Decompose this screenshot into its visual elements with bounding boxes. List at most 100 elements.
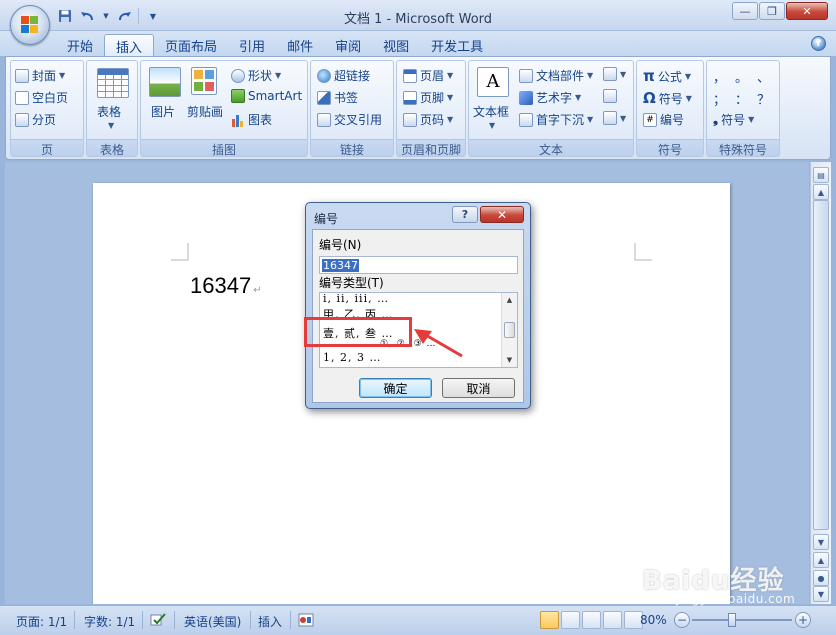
cancel-button[interactable]: 取消 [442,378,515,398]
textbox-dropdown[interactable]: ▼ [489,121,495,130]
highlight-box [304,317,412,347]
office-logo-icon [21,16,39,34]
wordart-button[interactable]: 艺术字 ▼ [519,89,581,106]
zoom-slider-thumb[interactable] [728,613,736,627]
list-item[interactable]: i, ii, iii, … [323,293,389,305]
vertical-scrollbar[interactable]: ▤ ▲ ▼ ▲ ● ▼ [810,162,831,604]
table-button[interactable]: 表格 [97,103,121,120]
status-divider [290,611,291,629]
status-words[interactable]: 字数: 1/1 [84,613,135,630]
group-text: A 文本框 ▼ 文档部件 ▼ 艺术字 ▼ 首字下沉 ▼ ▼ ▼ 文本 [468,60,634,157]
special-glyph-colon[interactable]: ： [735,89,748,108]
chevron-down-icon: ▼ [108,121,115,130]
crossref-button[interactable]: 交叉引用 [317,111,382,128]
list-scrollbar[interactable]: ▲ ▼ [501,293,517,367]
special-glyph-question[interactable]: ？ [757,89,770,108]
page-number-icon [403,112,417,127]
quickparts-button[interactable]: 文档部件 ▼ [519,67,593,84]
hyperlink-button[interactable]: 超链接 [317,67,370,84]
minimize-button[interactable]: — [732,2,758,20]
status-language[interactable]: 英语(美国) [184,613,241,630]
list-scrollbar-thumb[interactable] [504,322,515,338]
blank-page-button[interactable]: 空白页 [15,89,68,106]
tab-view[interactable]: 视图 [372,34,420,56]
crossref-icon [317,112,331,127]
full-screen-reading-view-icon[interactable] [561,611,580,629]
dialog-close-button[interactable]: ✕ [480,206,524,223]
quickparts-icon [519,68,533,83]
browse-object-button[interactable]: ● [813,570,829,586]
list-item[interactable]: 1, 2, 3 … [323,351,381,364]
number-input[interactable]: 16347 [319,256,518,274]
smartart-label: SmartArt [248,89,303,103]
signature-line-button[interactable]: ▼ [603,67,626,81]
special-glyph-comma[interactable]: ， [713,67,726,86]
previous-page-button[interactable]: ▲ [813,552,829,568]
scroll-down-button[interactable]: ▼ [813,534,829,550]
chevron-down-icon: ▼ [447,115,454,124]
bookmark-button[interactable]: 书签 [317,89,358,106]
next-page-button[interactable]: ▼ [813,586,829,602]
shapes-button[interactable]: 形状 ▼ [231,67,281,84]
tab-references[interactable]: 引用 [228,34,276,56]
tab-home[interactable]: 开始 [56,34,104,56]
macro-record-icon[interactable] [298,613,314,630]
datetime-button[interactable] [603,89,617,103]
equation-button[interactable]: π 公式 ▼ [643,67,691,85]
textbox-button[interactable]: 文本框 [473,103,509,120]
list-scroll-down-icon[interactable]: ▼ [502,353,517,367]
page-number-button[interactable]: 页码 ▼ [403,111,453,128]
document-text[interactable]: 16347 ↵ [190,273,262,299]
zoom-slider-track[interactable] [692,619,792,621]
list-scroll-up-icon[interactable]: ▲ [502,293,517,307]
scrollbar-thumb[interactable] [813,200,829,530]
table-dropdown[interactable]: ▼ [108,121,114,130]
status-insert-mode[interactable]: 插入 [258,613,282,630]
title-bar: ▼ ▼ 文档 1 - Microsoft Word — ❐ ✕ [0,0,836,31]
table-icon [97,68,129,98]
signature-line-icon [603,67,617,81]
zoom-level[interactable]: 80% [640,613,667,627]
status-divider [250,611,251,629]
help-icon[interactable]: ? [811,36,826,51]
object-button[interactable]: ▼ [603,111,626,125]
header-button[interactable]: 页眉 ▼ [403,67,453,84]
special-glyph-semicolon[interactable]: ； [713,89,726,108]
cover-page-button[interactable]: 封面 ▼ [15,67,65,84]
chart-button[interactable]: 图表 [231,111,272,128]
outline-view-icon[interactable] [603,611,622,629]
close-button[interactable]: ✕ [786,2,828,20]
special-glyph-pause[interactable]: 、 [757,67,770,86]
tab-mailings[interactable]: 邮件 [276,34,324,56]
tab-insert[interactable]: 插入 [104,34,155,56]
smartart-button[interactable]: SmartArt [231,89,302,103]
tab-review[interactable]: 审阅 [324,34,372,56]
tab-page-layout[interactable]: 页面布局 [154,34,228,56]
margin-corner-top-right [634,243,652,261]
clipart-button[interactable]: 剪贴画 [187,103,223,120]
tab-developer[interactable]: 开发工具 [420,34,494,56]
page-break-button[interactable]: 分页 [15,111,56,128]
web-layout-view-icon[interactable] [582,611,601,629]
zoom-out-icon[interactable]: − [674,612,690,628]
wordart-icon [519,90,533,105]
dialog-help-button[interactable]: ? [452,206,478,223]
group-special-label: 特殊符号 [707,139,779,157]
footer-button[interactable]: 页脚 ▼ [403,89,453,106]
status-page[interactable]: 页面: 1/1 [16,613,67,630]
special-glyph-period[interactable]: 。 [735,67,748,86]
group-page: 封面 ▼ 空白页 分页 页 [10,60,84,157]
scroll-up-button[interactable]: ▲ [813,184,829,200]
office-button[interactable] [10,5,50,45]
ruler-toggle-icon[interactable]: ▤ [813,167,829,183]
symbol-button[interactable]: Ω 符号 ▼ [643,89,692,107]
print-layout-view-icon[interactable] [540,611,559,629]
proofing-icon[interactable] [150,613,166,630]
picture-button[interactable]: 图片 [151,103,175,120]
zoom-in-icon[interactable]: + [795,612,811,628]
restore-button[interactable]: ❐ [759,2,785,20]
numbering-button[interactable]: # 编号 [643,111,684,128]
special-symbol-button[interactable]: ❟ 符号 ▼ [713,111,754,128]
dropcap-button[interactable]: 首字下沉 ▼ [519,111,593,128]
ok-button[interactable]: 确定 [359,378,432,398]
